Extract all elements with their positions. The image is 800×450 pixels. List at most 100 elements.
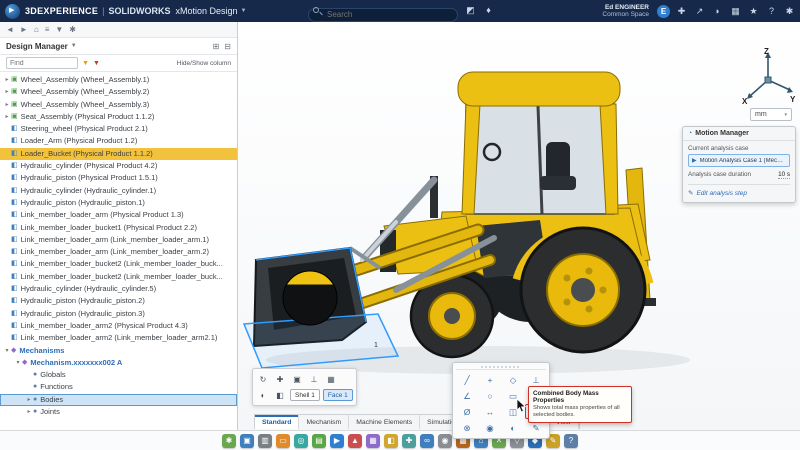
home-icon[interactable]: ⌂ [34,25,39,34]
tree-item-link-member-loader-arm-physical-product-[interactable]: ◧ Link_member_loader_arm (Physical Produc… [0,209,237,221]
tree-item-loader-bucket-physical-product-1-1-2[interactable]: ◧ Loader_Bucket (Physical Product 1.1.2) [0,147,237,161]
fit-view-icon[interactable]: ▣ [290,372,304,386]
user-info[interactable]: Ed ENGINEER Common Space [602,4,649,18]
measure-between-icon[interactable]: ↔ [479,404,501,419]
tree-item-link-member-loader-arm-link-member-loade[interactable]: ◧ Link_member_loader_arm (Link_member_loa… [0,246,237,258]
app-name[interactable]: xMotion Design [175,6,237,16]
capture-icon[interactable]: ◎ [294,433,308,448]
selection-chip-shell[interactable]: Shell 1 [290,389,320,401]
normal-to-icon[interactable]: ⊥ [307,372,321,386]
angle-measure-icon[interactable]: ∠ [456,388,478,403]
expand-arrow-icon[interactable]: ▸ [3,86,11,98]
view-modes-icon[interactable]: ▦ [324,372,338,386]
app-switcher-caret-icon[interactable]: ▼ [241,8,247,14]
tree-item-functions[interactable]: ● Functions [0,381,237,393]
link-icon[interactable]: ∞ [420,433,434,448]
expand-arrow-icon[interactable]: ▾ [3,345,11,357]
share-icon[interactable]: ↗ [693,5,706,18]
model-cube-icon[interactable]: ▣ [240,433,254,448]
tree-item-loader-arm-physical-product-1-2[interactable]: ◧ Loader_Arm (Physical Product 1.2) [0,135,237,147]
flag-icon[interactable]: ▲ [348,433,362,448]
search-input[interactable] [308,7,458,22]
chart-icon[interactable]: ▤ [312,433,326,448]
tree-item-mechanism-xxxxxxx002-a[interactable]: ▾ ◆ Mechanism.xxxxxxx002 A [0,357,237,369]
visibility-icon[interactable]: ◉ [438,433,452,448]
tree-item-bodies[interactable]: ▸ ● Bodies [0,393,237,407]
find-input[interactable] [6,57,78,69]
tab-machine-elements[interactable]: Machine Elements [349,415,421,429]
axis-system-icon[interactable]: ⊥ [525,372,547,387]
settings-gear-icon[interactable]: ✱ [222,433,236,448]
expand-arrow-icon[interactable]: ▸ [3,74,11,86]
tree-item-hydraulic-cylinder-hydraulic-cylinder-1[interactable]: ◧ Hydraulic_cylinder (Hydraulic_cylinder.… [0,185,237,197]
expand-arrow-icon[interactable]: ▸ [25,394,33,406]
circle-tool-icon[interactable]: ○ [479,388,501,403]
layers-icon[interactable]: ▦ [366,433,380,448]
tree-item-hydraulic-piston-hydraulic-piston-1[interactable]: ◧ Hydraulic_piston (Hydraulic_piston.1) [0,197,237,209]
panel-title[interactable]: Design Manager [6,42,68,51]
pin-icon[interactable]: ▼ [55,25,63,34]
tree-item-steering-wheel-physical-product-2-1[interactable]: ◧ Steering_wheel (Physical Product 2.1) [0,123,237,135]
sensor-icon[interactable]: ◐ [502,420,524,435]
3dexperience-compass-icon[interactable] [5,3,20,19]
tree-item-hydraulic-cylinder-hydraulic-cylinder-5[interactable]: ◧ Hydraulic_cylinder (Hydraulic_cylinder.… [0,283,237,295]
notifications-bell-icon[interactable]: ◗ [711,5,724,18]
tree-item-hydraulic-piston-physical-product-1-5-1[interactable]: ◧ Hydraulic_piston (Physical Product 1.5.… [0,172,237,184]
tree-item-hydraulic-piston-hydraulic-piston-2[interactable]: ◧ Hydraulic_piston (Hydraulic_piston.2) [0,295,237,307]
filter-funnel-icon[interactable]: ▼ [82,60,89,67]
expand-arrow-icon[interactable]: ▸ [3,99,11,111]
mass-properties-icon[interactable]: ◉ [479,420,501,435]
tree-item-seat-assembly-physical-product-1-1-2[interactable]: ▸ ▣ Seat_Assembly (Physical Product 1.1.2) [0,111,237,123]
settings-icon[interactable]: ✱ [783,5,796,18]
list-icon[interactable]: ≡ [45,25,50,34]
hide-show-column-toggle[interactable]: Hide/Show column [177,60,231,67]
tab-standard[interactable]: Standard [255,415,300,429]
voice-search-icon[interactable]: ♦ [482,4,495,17]
collapse-all-icon[interactable]: ⊟ [224,42,231,51]
hide-show-icon[interactable]: ◐ [256,388,270,402]
tree-item-link-member-loader-arm2-physical-product[interactable]: ◧ Link_member_loader_arm2 (Physical Produ… [0,320,237,332]
appearance-icon[interactable]: ◧ [273,388,287,402]
palette-drag-handle[interactable] [456,365,546,370]
panel-title-caret-icon[interactable]: ▼ [71,43,77,49]
tree-item-link-member-loader-bucket2-link-member-l[interactable]: ◧ Link_member_loader_bucket2 (Link_member… [0,271,237,283]
tree-item-link-member-loader-bucket1-physical-prod[interactable]: ◧ Link_member_loader_bucket1 (Physical Pr… [0,222,237,234]
help-dock-icon[interactable]: ? [564,433,578,448]
edit-analysis-step-link[interactable]: ✎ Edit analysis step [683,188,795,198]
section-icon[interactable]: ◧ [384,433,398,448]
tree-item-link-member-loader-bucket2-link-member-l[interactable]: ◧ Link_member_loader_bucket2 (Link_member… [0,258,237,270]
analysis-duration-value[interactable]: 10 s [778,171,790,179]
panel-settings-icon[interactable]: ✱ [69,25,76,34]
pan-view-icon[interactable]: ✚ [273,372,287,386]
plane-tool-icon[interactable]: ◇ [502,372,524,387]
expand-arrow-icon[interactable]: ▾ [14,357,22,369]
save-icon[interactable]: ▥ [258,433,272,448]
analysis-case-item[interactable]: ▶ Motion Analysis Case 1 (Mechanism.xx00… [688,154,790,167]
expand-all-icon[interactable]: ⊞ [213,42,220,51]
tree-item-link-member-loader-arm2-link-member-load[interactable]: ◧ Link_member_loader_arm2 (Link_member_lo… [0,332,237,344]
star-icon[interactable]: ★ [747,5,760,18]
measure-item-icon[interactable]: Ø [456,404,478,419]
tree-item-hydraulic-piston-hydraulic-piston-3[interactable]: ◧ Hydraulic_piston (Hydraulic_piston.3) [0,308,237,320]
add-component-icon[interactable]: ✚ [402,433,416,448]
point-tool-icon[interactable]: + [479,372,501,387]
tab-mechanism[interactable]: Mechanism [299,415,350,429]
interference-check-icon[interactable]: ⊗ [456,420,478,435]
tree-item-globals[interactable]: ● Globals [0,369,237,381]
tag-icon[interactable]: ◩ [464,4,477,17]
selection-chip-face[interactable]: Face 1 [322,389,353,401]
measure-icon[interactable]: ▭ [276,433,290,448]
forward-icon[interactable]: ► [20,25,28,34]
filter-clear-icon[interactable]: ▼ [93,60,100,67]
apps-grid-icon[interactable]: ▦ [729,5,742,18]
line-tool-icon[interactable]: ╱ [456,372,478,387]
tree-item-joints[interactable]: ▸ ● Joints [0,406,237,418]
tree-item-wheel-assembly-wheel-assembly-2[interactable]: ▸ ▣ Wheel_Assembly (Wheel_Assembly.2) [0,86,237,98]
help-icon[interactable]: ? [765,5,778,18]
tree-item-wheel-assembly-wheel-assembly-1[interactable]: ▸ ▣ Wheel_Assembly (Wheel_Assembly.1) [0,74,237,86]
expand-arrow-icon[interactable]: ▸ [25,406,33,418]
tree-item-hydraulic-cylinder-physical-product-4-2[interactable]: ◧ Hydraulic_cylinder (Physical Product 4.… [0,160,237,172]
back-icon[interactable]: ◄ [6,25,14,34]
axis-triad[interactable]: Z X Y [740,46,796,106]
play-simulation-icon[interactable]: ▶ [330,433,344,448]
